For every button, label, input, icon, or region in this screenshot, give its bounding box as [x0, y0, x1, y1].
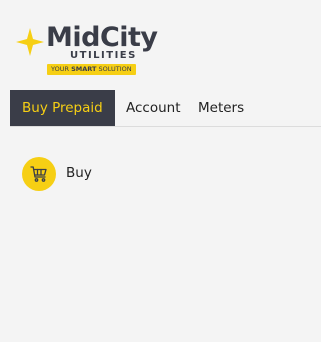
- app-frame: MidCity UTILITIES YOUR SMART SOLUTION Bu…: [8, 0, 321, 342]
- tagline-suffix: SOLUTION: [96, 65, 132, 73]
- brand-subtitle: UTILITIES: [70, 50, 137, 61]
- buy-label: Buy: [66, 165, 92, 181]
- nav-tabs: Buy Prepaid Account Meters: [10, 90, 321, 127]
- brand-logo: MidCity UTILITIES YOUR SMART SOLUTION: [16, 22, 158, 78]
- shopping-cart-icon: [22, 157, 56, 191]
- brand-name: MidCity: [46, 22, 158, 53]
- brand-tagline: YOUR SMART SOLUTION: [47, 64, 136, 75]
- tab-account[interactable]: Account: [126, 90, 181, 126]
- four-point-star-icon: [16, 28, 44, 56]
- tab-meters[interactable]: Meters: [198, 90, 244, 126]
- tab-buy-prepaid[interactable]: Buy Prepaid: [10, 90, 115, 126]
- tagline-bold: SMART: [71, 65, 97, 73]
- tagline-prefix: YOUR: [51, 65, 72, 73]
